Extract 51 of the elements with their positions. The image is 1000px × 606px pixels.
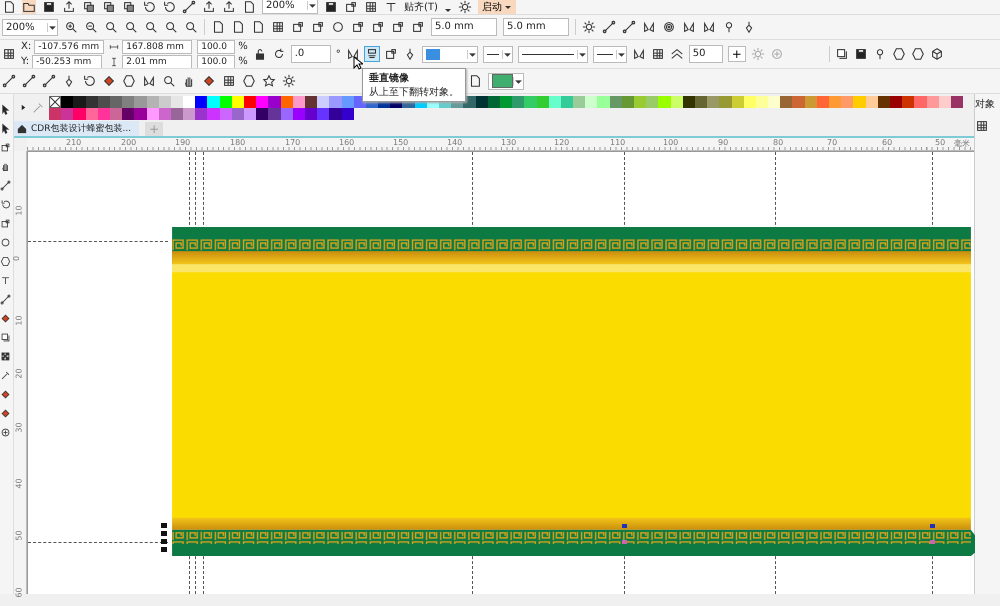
document-title: CDR包装设计蜂蜜包装...: [31, 122, 132, 135]
x-field[interactable]: -107.576 mm: [34, 40, 104, 54]
tooltip-text: 从上至下翻转对象。: [369, 86, 459, 99]
ruler-label: 10: [14, 205, 24, 216]
y-field[interactable]: -50.253 mm: [32, 54, 102, 68]
ruler-label: 0: [12, 256, 22, 262]
ruler-label: 50: [935, 138, 946, 147]
percent-label: %: [238, 41, 248, 52]
height-field[interactable]: 2.01 mm: [122, 54, 192, 68]
x-label: X:: [21, 41, 32, 52]
nudge-field[interactable]: 5.0 mm: [431, 18, 497, 36]
increase-button[interactable]: +: [728, 46, 746, 62]
ruler-label: 20: [14, 368, 24, 379]
steps-field[interactable]: 50: [688, 45, 723, 63]
ruler-label: 150: [393, 138, 408, 147]
ruler-label: 40: [14, 478, 24, 489]
percent-label: %: [238, 56, 248, 67]
ruler-label: 120: [554, 138, 570, 147]
ruler-label: 60: [14, 587, 24, 598]
ruler-label: 50: [14, 530, 24, 541]
ruler-label: 130: [501, 138, 516, 147]
zoom-dropdown[interactable]: 200%: [2, 18, 58, 36]
ruler-label: 140: [447, 138, 462, 147]
scale-field[interactable]: 100.0: [197, 54, 236, 68]
ruler-label: 170: [285, 138, 300, 147]
ruler-unit: 毫米: [954, 138, 970, 149]
ruler-label: 200: [121, 138, 136, 147]
tooltip-title: 垂直镜像: [369, 72, 410, 85]
ruler-label: 70: [827, 138, 838, 147]
nudge-field[interactable]: 5.0 mm: [503, 18, 569, 36]
ruler-label: 100: [663, 138, 678, 147]
ruler-label: 10: [14, 315, 24, 326]
width-field[interactable]: 167.808 mm: [122, 40, 192, 54]
degree-label: °: [336, 48, 341, 60]
scale-field[interactable]: 100.0: [197, 40, 236, 54]
ruler-label: 160: [339, 138, 354, 147]
zoom-dropdown[interactable]: 200%: [262, 0, 318, 14]
ruler-label: 80: [773, 138, 784, 147]
launch-button[interactable]: 启动: [478, 0, 516, 14]
ruler-label: 190: [175, 138, 190, 147]
y-label: Y:: [21, 56, 30, 67]
ruler-label: 30: [14, 422, 24, 433]
ruler-label: 210: [66, 138, 82, 147]
ruler-label: 90: [718, 138, 728, 147]
docker-title: 对象: [975, 98, 996, 111]
ruler-label: 180: [230, 138, 246, 147]
rotation-field[interactable]: .0: [290, 45, 331, 63]
document-tab[interactable]: CDR包装设计蜂蜜包装...: [14, 121, 140, 136]
snap-menu[interactable]: 贴齐(T): [404, 0, 438, 14]
ruler-label: 110: [610, 138, 626, 147]
ruler-label: 60: [882, 138, 892, 147]
